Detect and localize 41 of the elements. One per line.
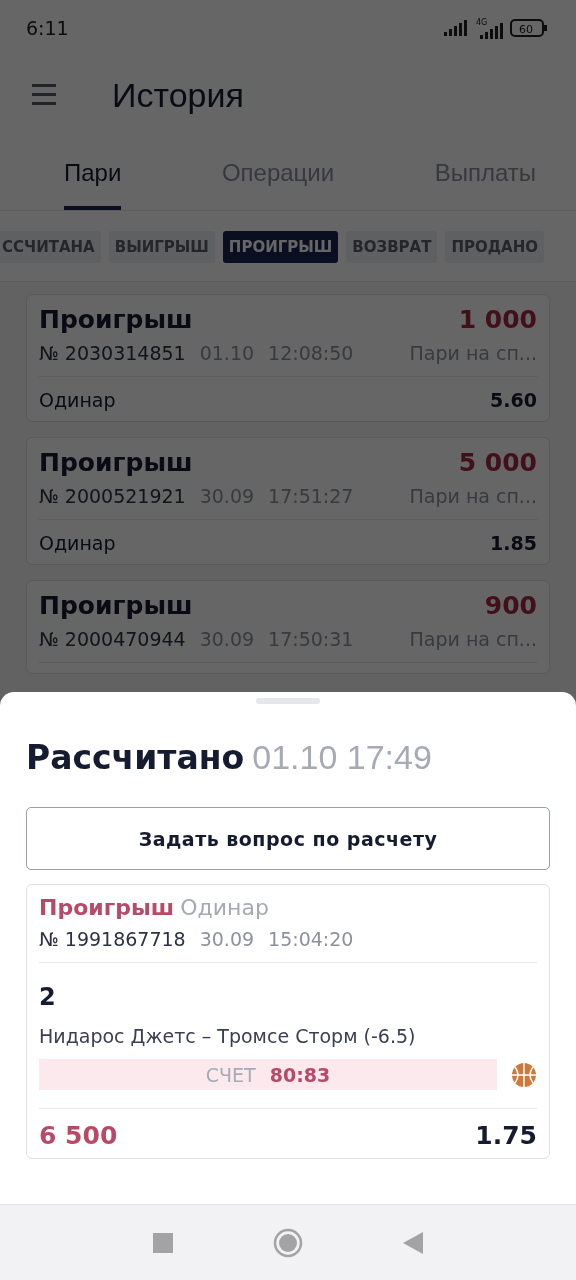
score-label: СЧЕТ	[205, 1063, 256, 1086]
menu-icon[interactable]	[32, 84, 56, 106]
bet-stake: 6 500	[39, 1121, 118, 1150]
filter-chip[interactable]: ПРОДАНО	[445, 231, 545, 263]
bet-odds: 1.85	[490, 532, 537, 554]
status-time: 6:11	[26, 16, 69, 39]
bet-status: Проигрыш	[39, 591, 193, 620]
page-title: История	[112, 75, 244, 115]
recents-icon[interactable]	[153, 1232, 173, 1253]
bet-type: Одинар	[39, 532, 116, 554]
bet-amount: 900	[484, 591, 537, 620]
basketball-icon	[511, 1061, 537, 1088]
bet-amount: 1 000	[458, 305, 537, 334]
ask-question-button[interactable]: Задать вопрос по расчету	[26, 807, 550, 870]
bet-number: № 2000470944	[39, 628, 186, 650]
bet-type: Одинар	[180, 895, 269, 920]
filter-chip[interactable]: ПРОИГРЫШ	[222, 231, 339, 263]
bet-outcome: 2	[39, 982, 57, 1011]
sheet-handle[interactable]	[256, 698, 320, 704]
bet-date: 30.09	[199, 928, 255, 950]
filter-chip[interactable]: ВЫИГРЫШ	[108, 231, 215, 263]
bet-time: 15:04:20	[268, 928, 354, 950]
bet-type: Одинар	[39, 389, 116, 411]
filter-chip[interactable]: ВОЗВРАТ	[346, 231, 438, 263]
back-icon[interactable]	[403, 1231, 423, 1254]
bet-number: № 2030314851	[39, 342, 186, 364]
settled-datetime: 01.10 17:49	[252, 738, 432, 777]
filter-chip[interactable]: ССЧИТАНА	[0, 231, 101, 263]
bet-status: Проигрыш	[39, 305, 193, 334]
score-value: 80:83	[269, 1063, 331, 1086]
bet-number: № 1991867718	[39, 928, 186, 950]
home-icon[interactable]	[273, 1227, 303, 1258]
sheet-title: Рассчитано	[26, 738, 245, 777]
event-name: Нидарос Джетс – Тромсе Сторм (-6.5)	[39, 1025, 417, 1047]
bet-odds: 5.60	[490, 389, 537, 411]
bet-odds: 1.75	[475, 1121, 537, 1150]
bet-status: Проигрыш	[39, 895, 175, 920]
bet-number: № 2000521921	[39, 485, 186, 507]
signal-icon	[444, 19, 468, 36]
bet-amount: 5 000	[458, 448, 537, 477]
bet-status: Проигрыш	[39, 448, 193, 477]
